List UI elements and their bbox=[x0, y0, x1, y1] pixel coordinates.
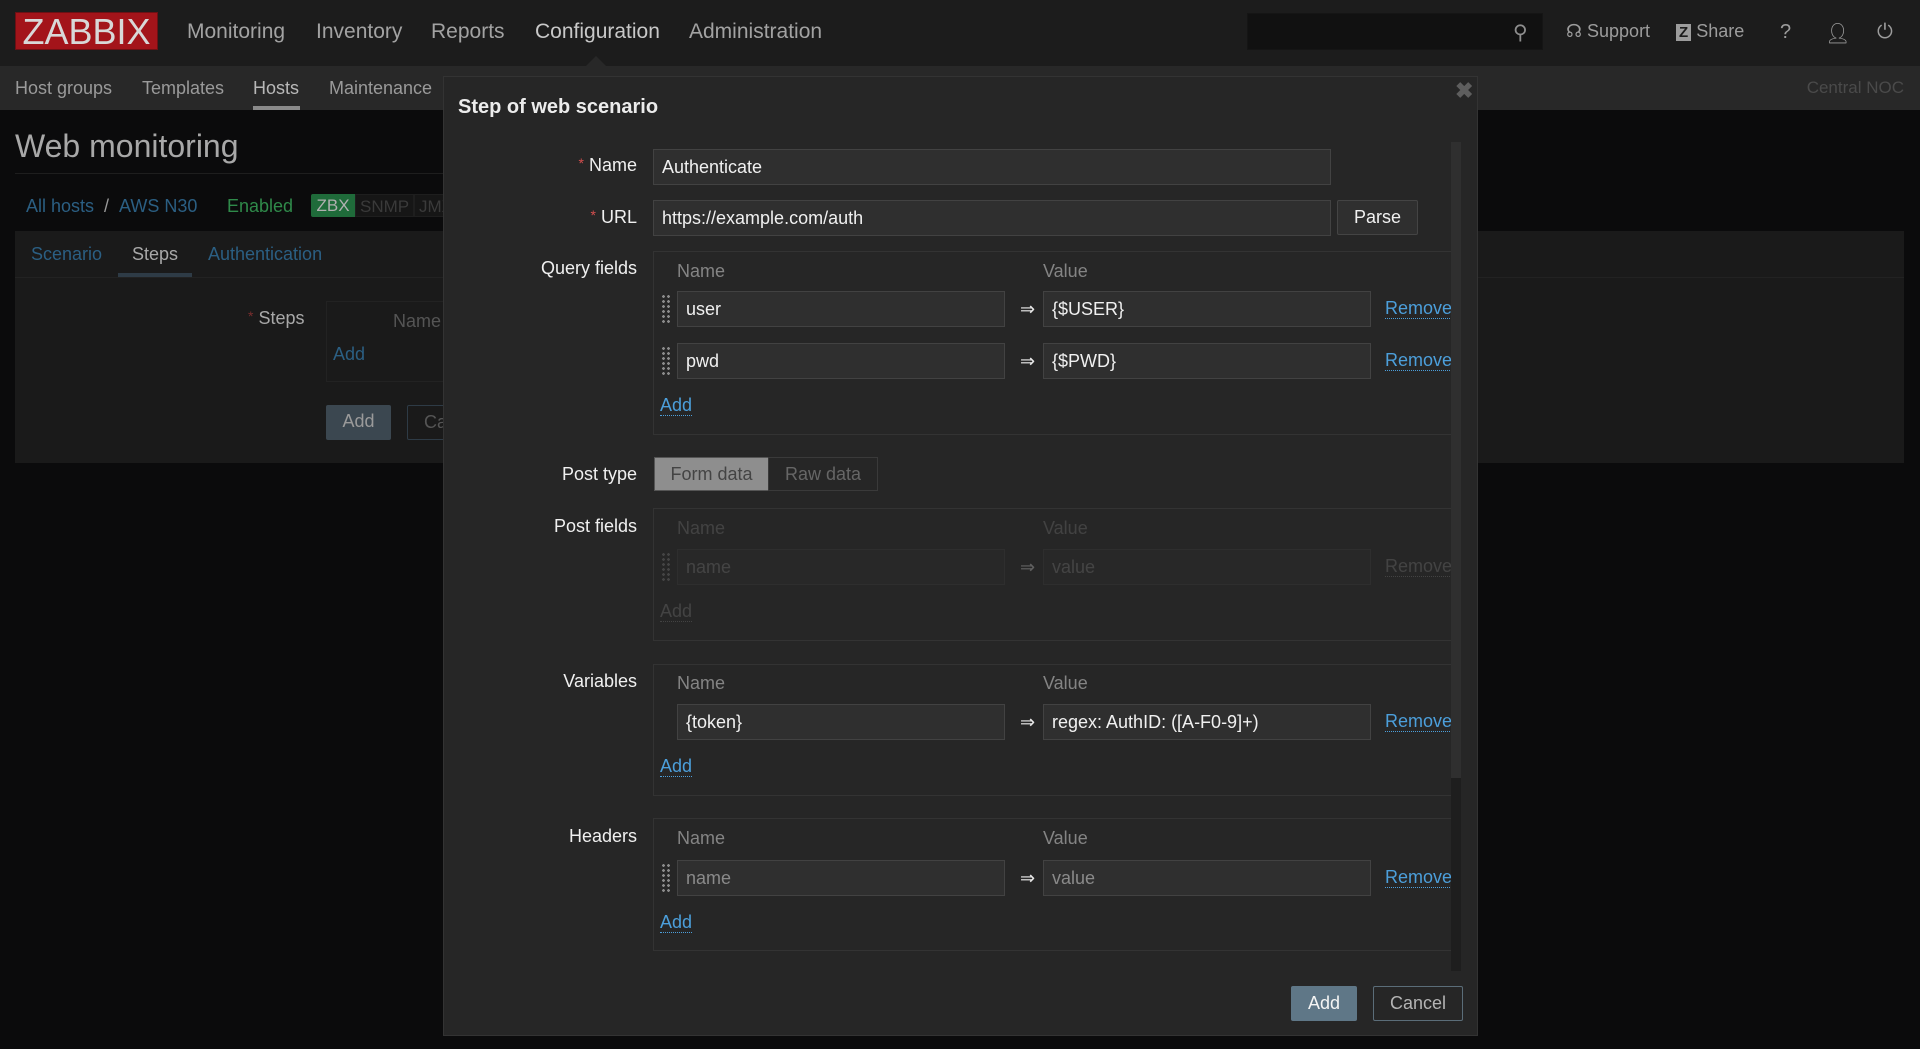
headset-icon: ☊ bbox=[1566, 21, 1582, 41]
query-value-header: Value bbox=[1043, 261, 1088, 281]
header-name-input[interactable] bbox=[677, 860, 1005, 896]
subnav-host-groups[interactable]: Host groups bbox=[15, 78, 112, 99]
dialog-title: Step of web scenario bbox=[458, 96, 659, 118]
url-input[interactable] bbox=[653, 200, 1331, 236]
query-value-input[interactable] bbox=[1043, 343, 1371, 379]
availability-zbx: ZBX bbox=[311, 194, 355, 217]
arrow-icon: ⇒ bbox=[1020, 299, 1036, 319]
breadcrumb-host[interactable]: AWS N30 bbox=[119, 196, 197, 217]
post-type-label: Post type bbox=[561, 464, 637, 484]
availability-snmp: SNMP bbox=[355, 194, 415, 217]
subnav-hosts[interactable]: Hosts bbox=[253, 78, 299, 99]
steps-name-header: Name bbox=[393, 311, 442, 331]
help-icon[interactable]: ? bbox=[1780, 21, 1791, 44]
divider bbox=[15, 173, 445, 174]
headers-label: Headers bbox=[568, 826, 637, 846]
url-label-text: URL bbox=[600, 207, 637, 227]
parse-button[interactable]: Parse bbox=[1337, 200, 1418, 235]
query-name-input[interactable] bbox=[677, 291, 1005, 327]
support-label: Support bbox=[1587, 21, 1651, 41]
drag-handle-icon[interactable] bbox=[661, 863, 671, 893]
active-nav-caret bbox=[586, 56, 606, 66]
search-input[interactable] bbox=[1247, 13, 1543, 50]
query-fields-label: Query fields bbox=[540, 258, 637, 278]
breadcrumb-separator: / bbox=[104, 196, 110, 216]
variables-value-header: Value bbox=[1043, 673, 1088, 693]
server-name: Central NOC bbox=[1806, 78, 1904, 97]
query-add-link[interactable]: Add bbox=[660, 395, 693, 416]
steps-add-link[interactable]: Add bbox=[333, 344, 365, 365]
drag-handle-icon[interactable] bbox=[661, 294, 671, 324]
drag-handle-icon bbox=[661, 552, 671, 582]
post-type-form-data[interactable]: Form data bbox=[654, 457, 769, 491]
share-label: Share bbox=[1696, 21, 1745, 41]
post-add-link: Add bbox=[660, 601, 693, 622]
headers-value-header: Value bbox=[1043, 828, 1088, 848]
name-input[interactable] bbox=[653, 149, 1331, 185]
page-add-button[interactable]: Add bbox=[326, 405, 391, 440]
steps-label: * Steps bbox=[248, 308, 305, 328]
header-remove-link[interactable]: Remove bbox=[1385, 867, 1451, 888]
post-value-input bbox=[1043, 549, 1371, 585]
nav-administration[interactable]: Administration bbox=[689, 20, 822, 44]
url-label: * URL bbox=[590, 207, 637, 227]
dialog-add-button[interactable]: Add bbox=[1291, 986, 1357, 1021]
page-title: Web monitoring bbox=[15, 128, 239, 164]
dialog-body: *Name *URL Parse Query fields Name Value… bbox=[444, 140, 1451, 972]
query-name-header: Name bbox=[677, 261, 726, 281]
nav-inventory[interactable]: Inventory bbox=[316, 20, 402, 44]
query-name-input[interactable] bbox=[677, 343, 1005, 379]
variables-name-header: Name bbox=[677, 673, 726, 693]
tab-scenario[interactable]: Scenario bbox=[31, 244, 102, 265]
post-fields-label: Post fields bbox=[553, 516, 637, 536]
drag-handle-icon[interactable] bbox=[661, 346, 671, 376]
variables-label: Variables bbox=[563, 671, 637, 691]
name-label: * Name bbox=[578, 155, 637, 175]
post-name-input bbox=[677, 549, 1005, 585]
variable-value-input[interactable] bbox=[1043, 704, 1371, 740]
post-type-raw-data[interactable]: Raw data bbox=[768, 457, 878, 491]
active-subnav-indicator bbox=[253, 106, 300, 110]
dialog-scrollbar-thumb[interactable] bbox=[1451, 142, 1461, 778]
subnav-maintenance[interactable]: Maintenance bbox=[329, 78, 432, 99]
zabbix-logo[interactable]: ZABBIX bbox=[15, 12, 158, 51]
breadcrumb-all-hosts[interactable]: All hosts bbox=[26, 196, 94, 217]
nav-reports[interactable]: Reports bbox=[431, 20, 505, 44]
arrow-icon: ⇒ bbox=[1020, 712, 1036, 732]
variable-remove-link[interactable]: Remove bbox=[1385, 711, 1451, 732]
host-status-enabled[interactable]: Enabled bbox=[227, 196, 293, 217]
headers-name-header: Name bbox=[677, 828, 726, 848]
arrow-icon: ⇒ bbox=[1020, 557, 1036, 577]
tab-steps[interactable]: Steps bbox=[132, 244, 178, 265]
post-value-header: Value bbox=[1043, 518, 1088, 538]
steps-label-text: Steps bbox=[258, 308, 305, 328]
dialog-cancel-button[interactable]: Cancel bbox=[1373, 986, 1463, 1021]
variable-name-input[interactable] bbox=[677, 704, 1005, 740]
share-link[interactable]: Z Share bbox=[1676, 21, 1744, 42]
tab-authentication[interactable]: Authentication bbox=[208, 244, 322, 265]
power-icon[interactable]: ⏻ bbox=[1877, 21, 1893, 44]
arrow-icon: ⇒ bbox=[1020, 868, 1036, 888]
nav-configuration[interactable]: Configuration bbox=[535, 20, 660, 44]
post-name-header: Name bbox=[677, 518, 726, 538]
query-remove-link[interactable]: Remove bbox=[1385, 298, 1451, 319]
variable-add-link[interactable]: Add bbox=[660, 756, 693, 777]
close-icon[interactable]: ✖ bbox=[1455, 78, 1473, 104]
arrow-icon: ⇒ bbox=[1020, 351, 1036, 371]
search-icon[interactable]: ⚲ bbox=[1513, 20, 1528, 45]
header-add-link[interactable]: Add bbox=[660, 912, 693, 933]
support-link[interactable]: ☊ Support bbox=[1566, 21, 1650, 42]
subnav-templates[interactable]: Templates bbox=[142, 78, 224, 99]
header-value-input[interactable] bbox=[1043, 860, 1371, 896]
name-label-text: Name bbox=[588, 155, 637, 175]
post-remove-link: Remove bbox=[1385, 556, 1451, 577]
user-icon[interactable]: 👤︎ bbox=[1825, 21, 1850, 46]
nav-monitoring[interactable]: Monitoring bbox=[187, 20, 285, 44]
zabbix-share-icon: Z bbox=[1676, 24, 1692, 41]
query-remove-link[interactable]: Remove bbox=[1385, 350, 1451, 371]
query-value-input[interactable] bbox=[1043, 291, 1371, 327]
